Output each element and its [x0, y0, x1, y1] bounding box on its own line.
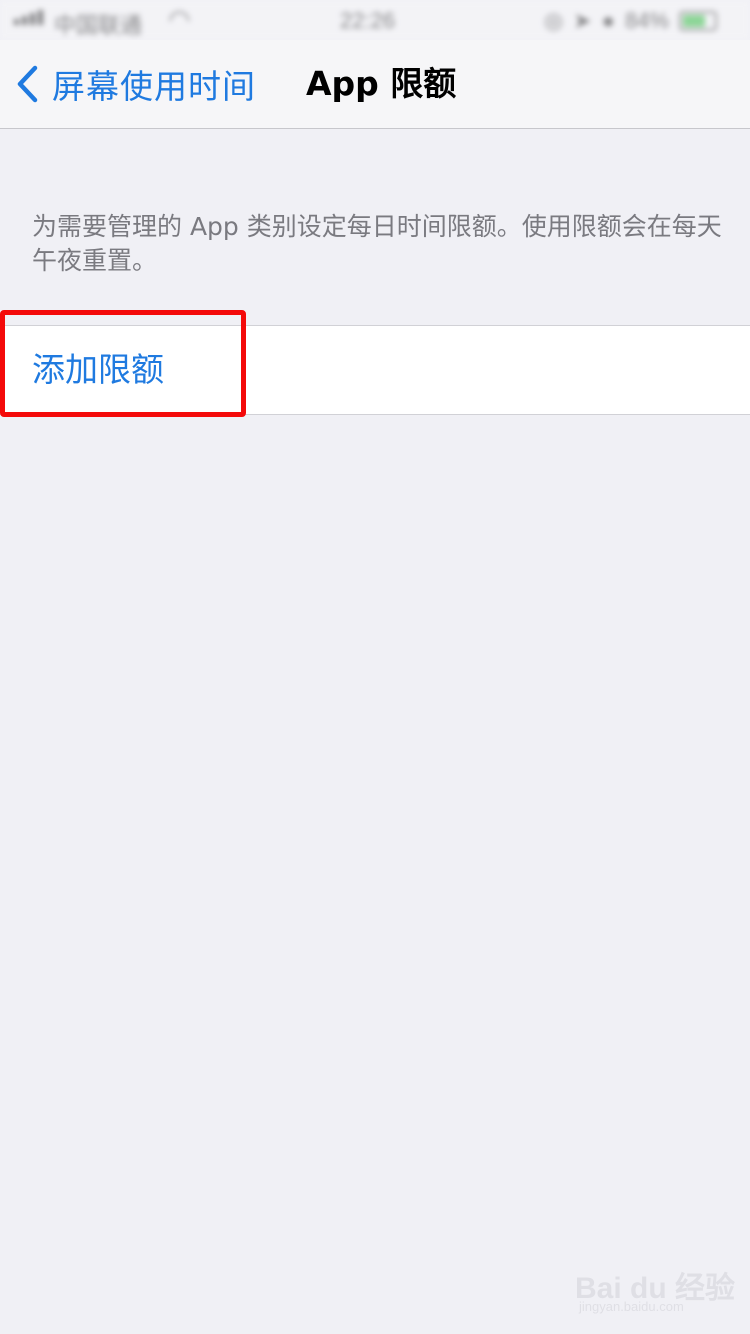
chevron-left-icon — [17, 65, 38, 103]
watermark: Bai du 经验 jingyan.baidu.com — [575, 1255, 745, 1321]
alarm-icon: ● — [601, 8, 615, 33]
status-bar: 中国联通 ◠ 22:26 ◎ ➤ ● 84% — [0, 0, 750, 40]
back-button-label: 屏幕使用时间 — [52, 67, 256, 106]
back-button[interactable]: 屏幕使用时间 — [16, 60, 256, 108]
page-title: App 限额 — [306, 64, 457, 103]
add-limit-button[interactable]: 添加限额 — [32, 348, 164, 392]
limits-list: 添加限额 — [0, 325, 750, 415]
wifi-icon: ◠ — [168, 4, 191, 34]
lock-rotation-icon: ◎ — [544, 8, 564, 33]
battery-icon — [678, 11, 717, 31]
status-time: 22:26 — [340, 8, 396, 33]
navigation-bar: 屏幕使用时间 App 限额 — [0, 40, 750, 129]
location-icon: ➤ — [573, 8, 592, 33]
signal-strength-icon — [14, 10, 43, 25]
section-description: 为需要管理的 App 类别设定每日时间限额。使用限额会在每天午夜重置。 — [32, 212, 722, 275]
battery-percent: 84% — [624, 8, 669, 33]
watermark-url: jingyan.baidu.com — [579, 1299, 684, 1314]
carrier-label: 中国联通 — [54, 13, 143, 38]
